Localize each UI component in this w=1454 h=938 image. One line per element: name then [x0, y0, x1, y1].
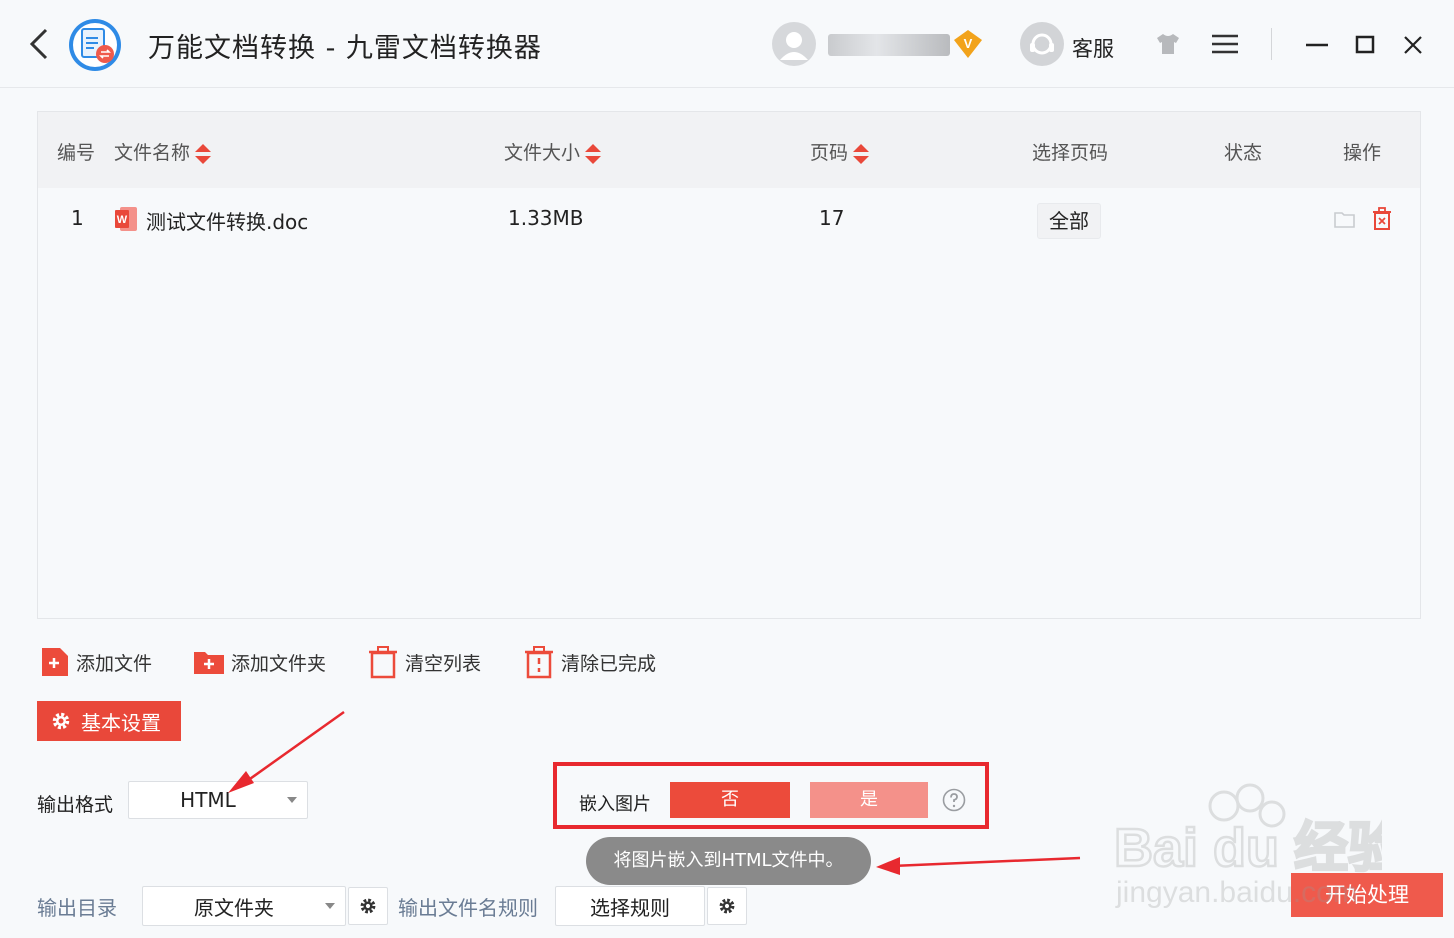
basic-settings-button[interactable]: 基本设置: [37, 701, 181, 741]
clear-completed-icon: [525, 646, 553, 679]
sort-icon[interactable]: [852, 142, 870, 166]
header-actions: 操作: [1343, 142, 1382, 164]
sort-icon[interactable]: [194, 142, 212, 166]
svg-text:Bai du 经验: Bai du 经验: [1114, 818, 1382, 878]
maximize-icon[interactable]: [1350, 30, 1380, 60]
username-redacted: [828, 34, 950, 56]
header-pages[interactable]: 页码: [810, 138, 870, 166]
filename-rule-value: 选择规则: [590, 895, 670, 920]
header-filesize-label: 文件大小: [504, 142, 581, 164]
svg-text:V: V: [964, 36, 973, 51]
trash-icon[interactable]: [1372, 207, 1392, 231]
vip-badge-icon[interactable]: V: [952, 28, 984, 60]
row-pages: 17: [819, 206, 845, 230]
user-avatar[interactable]: [772, 22, 816, 66]
header-select-pages: 选择页码: [1032, 142, 1109, 164]
customer-service-label[interactable]: 客服: [1072, 33, 1114, 63]
output-format-select[interactable]: HTML: [128, 781, 308, 819]
chevron-down-icon: [325, 903, 335, 909]
titlebar-divider: [1271, 28, 1272, 60]
embed-images-label: 嵌入图片: [579, 794, 651, 815]
open-folder-icon[interactable]: [1334, 209, 1356, 229]
skin-shirt-icon[interactable]: [1154, 30, 1182, 58]
clear-list-icon: [369, 646, 397, 679]
gear-icon: [52, 712, 70, 730]
row-filename: 测试文件转换.doc: [146, 210, 309, 234]
clear-list-button[interactable]: 清空列表: [367, 644, 481, 680]
output-directory-value: 原文件夹: [194, 895, 274, 920]
header-status: 状态: [1224, 142, 1263, 164]
customer-service-avatar[interactable]: [1020, 22, 1064, 66]
output-directory-settings-button[interactable]: [348, 887, 388, 925]
output-directory-label: 输出目录: [37, 896, 117, 920]
add-folder-label: 添加文件夹: [231, 652, 327, 675]
help-question-icon[interactable]: [942, 788, 966, 812]
row-filesize: 1.33MB: [508, 206, 584, 230]
filename-rule-label: 输出文件名规则: [398, 896, 538, 920]
sort-icon[interactable]: [584, 142, 602, 166]
add-folder-button[interactable]: 添加文件夹: [193, 644, 326, 680]
table-row[interactable]: 1 测试文件转换.doc 1.33MB 17: [38, 188, 1420, 250]
file-table: 编号 文件名称 文件大小 页码 选择页码 状态 操作 1 测试文件转换.doc …: [37, 111, 1421, 619]
headset-icon: [1030, 33, 1054, 55]
add-folder-icon: [194, 652, 224, 674]
app-title: 万能文档转换 - 九雷文档转换器: [148, 33, 542, 64]
close-icon[interactable]: [1398, 30, 1428, 60]
row-index: 1: [71, 206, 84, 230]
clear-completed-label: 清除已完成: [561, 652, 657, 675]
output-format-value: HTML: [180, 788, 236, 812]
app-logo-icon: [69, 19, 121, 71]
output-directory-select[interactable]: 原文件夹: [142, 886, 346, 926]
gear-icon: [360, 898, 376, 914]
header-pages-label: 页码: [810, 142, 849, 164]
back-arrow-icon[interactable]: [22, 24, 56, 64]
clear-completed-button[interactable]: 清除已完成: [523, 644, 656, 680]
header-index: 编号: [57, 142, 96, 164]
minimize-icon[interactable]: [1302, 30, 1332, 60]
table-header: 编号 文件名称 文件大小 页码 选择页码 状态 操作: [38, 112, 1420, 188]
add-file-icon: [42, 648, 68, 676]
embed-no-button[interactable]: 否: [670, 782, 790, 818]
add-file-label: 添加文件: [76, 652, 153, 675]
clear-list-label: 清空列表: [405, 652, 482, 675]
user-silhouette-icon: [780, 32, 808, 60]
embed-images-tooltip: 将图片嵌入到HTML文件中。: [586, 837, 871, 885]
menu-icon[interactable]: [1210, 32, 1240, 56]
title-bar: 万能文档转换 - 九雷文档转换器 V 客服: [0, 0, 1454, 88]
gear-icon: [719, 898, 735, 914]
basic-settings-label: 基本设置: [81, 710, 161, 735]
header-filename-label: 文件名称: [114, 142, 191, 164]
embed-yes-button[interactable]: 是: [810, 782, 928, 818]
word-file-icon: W: [115, 207, 137, 231]
svg-text:W: W: [117, 214, 128, 226]
filename-rule-settings-button[interactable]: [707, 887, 747, 925]
page-range-select[interactable]: 全部: [1037, 203, 1101, 239]
start-processing-button[interactable]: 开始处理: [1291, 873, 1443, 917]
chevron-down-icon: [287, 797, 297, 803]
filename-rule-select[interactable]: 选择规则: [555, 886, 705, 926]
header-filename[interactable]: 文件名称: [114, 138, 212, 166]
header-filesize[interactable]: 文件大小: [504, 138, 602, 166]
add-file-button[interactable]: 添加文件: [40, 644, 152, 680]
output-format-label: 输出格式: [37, 794, 114, 816]
